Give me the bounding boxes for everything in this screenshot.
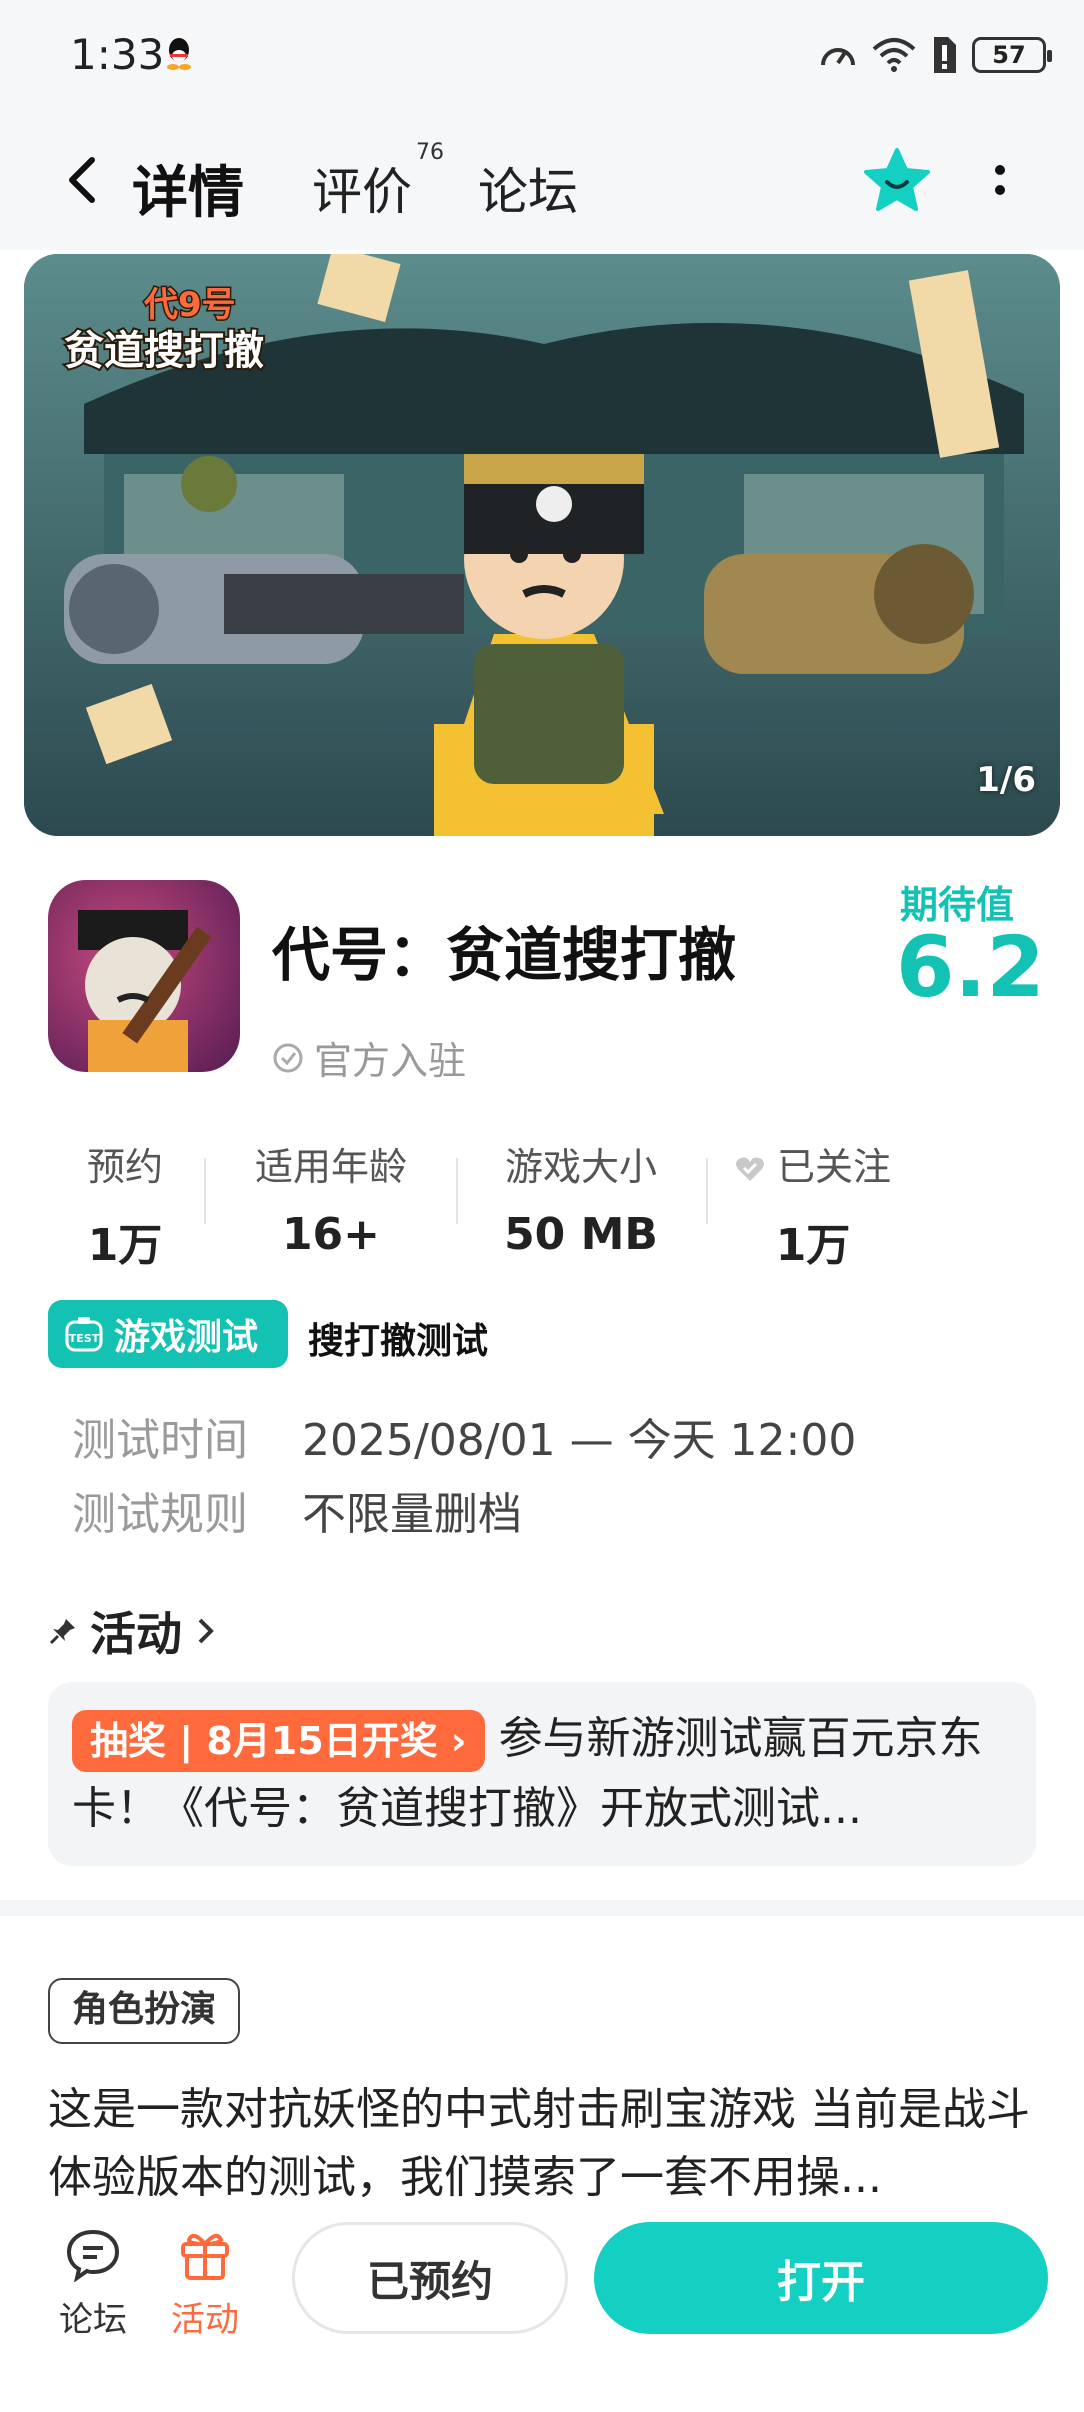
- test-name: 搜打撤测试: [308, 1321, 489, 1362]
- game-icon-art: [48, 880, 240, 1072]
- more-icon[interactable]: [980, 156, 1020, 216]
- bottom-activity-button[interactable]: 活动: [150, 2226, 260, 2341]
- tab-detail[interactable]: 详情: [132, 148, 244, 229]
- bottom-action-bar: 论坛 活动 已预约 打开: [0, 2198, 1084, 2412]
- bottom-forum-label: 论坛: [59, 2300, 127, 2340]
- app-title: 代号：贫道搜打撤: [272, 921, 737, 989]
- gift-icon: [181, 2233, 229, 2280]
- section-divider: [0, 1900, 1084, 1916]
- wifi-icon: [872, 38, 916, 72]
- stat-value: 1万: [775, 1220, 851, 1271]
- activity-card[interactable]: 抽奖 | 8月15日开奖 › 参与新游测试赢百元京东卡！《代号：贫道搜打撤》开放式…: [48, 1682, 1036, 1866]
- stat-label: 已关注: [688, 1136, 938, 1191]
- alert-sim-icon: [934, 37, 956, 73]
- top-nav: 详情 评价 76 论坛: [0, 110, 1084, 250]
- speed-icon: [821, 48, 855, 66]
- activity-content: 抽奖 | 8月15日开奖 › 参与新游测试赢百元京东卡！《代号：贫道搜打撤》开放式…: [72, 1704, 1012, 1844]
- stat-age-rating: 适用年龄 16+: [206, 1136, 456, 1260]
- test-icon: TEST: [65, 1317, 103, 1352]
- stat-game-size: 游戏大小 50 MB: [456, 1136, 706, 1260]
- carousel-page-indicator: 1/6: [976, 760, 1036, 800]
- game-key-art: 代9号 贫道搜打撤: [24, 254, 1060, 836]
- official-label: 官方入驻: [314, 1039, 467, 1083]
- status-icons: 57: [818, 30, 1052, 80]
- test-rule-value: 不限量删档: [302, 1489, 522, 1540]
- lottery-tag[interactable]: 抽奖 | 8月15日开奖 ›: [72, 1710, 485, 1772]
- stat-value: 50 MB: [504, 1209, 658, 1260]
- forum-icon: [66, 2229, 120, 2282]
- status-bar: 1:33 57: [0, 0, 1084, 110]
- bottom-activity-label: 活动: [171, 2300, 239, 2340]
- activity-section-header[interactable]: 活动: [48, 1598, 218, 1664]
- screenshot-carousel[interactable]: 代9号 贫道搜打撤 1/6: [24, 254, 1060, 836]
- reserved-button[interactable]: 已预约: [292, 2222, 568, 2334]
- svg-text:贫道搜打撤: 贫道搜打撤: [64, 328, 264, 374]
- game-description[interactable]: 这是一款对抗妖怪的中式射击刷宝游戏 当前是战斗体验版本的测试，我们摸索了一套不用…: [48, 2076, 1038, 2212]
- heart-check-icon: [736, 1157, 764, 1181]
- svg-text:TEST: TEST: [69, 1332, 100, 1345]
- genre-tag[interactable]: 角色扮演: [48, 1978, 241, 2044]
- test-time-key: 测试时间: [72, 1415, 248, 1466]
- tab-review[interactable]: 评价: [312, 152, 412, 224]
- open-button[interactable]: 打开: [594, 2222, 1048, 2334]
- test-badge-label: 游戏测试: [114, 1317, 259, 1358]
- favorite-star-icon[interactable]: [862, 146, 932, 216]
- tab-forum[interactable]: 论坛: [478, 152, 578, 224]
- test-time-value: 2025/08/01 — 今天 12:00: [302, 1415, 857, 1466]
- test-time-row: 测试时间 2025/08/01 — 今天 12:00: [72, 1404, 856, 1468]
- official-badge: 官方入驻: [272, 1030, 466, 1085]
- verified-icon: [273, 1043, 303, 1072]
- expectation-score: 6.2: [896, 918, 1045, 1016]
- stat-label: 游戏大小: [504, 1145, 657, 1189]
- test-rule-row: 测试规则 不限量删档: [72, 1478, 522, 1542]
- battery-indicator: 57: [972, 37, 1052, 73]
- app-icon: [48, 880, 240, 1072]
- stat-followers[interactable]: 已关注 1万: [688, 1136, 938, 1273]
- review-count: 76: [416, 140, 444, 165]
- bottom-forum-button[interactable]: 论坛: [38, 2226, 148, 2341]
- stat-label: 适用年龄: [254, 1145, 407, 1189]
- pin-icon: [49, 1619, 75, 1645]
- status-time: 1:33: [70, 30, 165, 79]
- chevron-right-icon: [198, 1618, 214, 1644]
- qq-icon: [167, 38, 191, 70]
- activity-title: 活动: [90, 1607, 182, 1661]
- back-icon[interactable]: [54, 150, 114, 210]
- game-test-badge: TEST 游戏测试: [48, 1300, 288, 1368]
- stat-value: 16+: [281, 1209, 381, 1260]
- test-rule-key: 测试规则: [72, 1489, 248, 1540]
- svg-text:代9号: 代9号: [143, 285, 236, 325]
